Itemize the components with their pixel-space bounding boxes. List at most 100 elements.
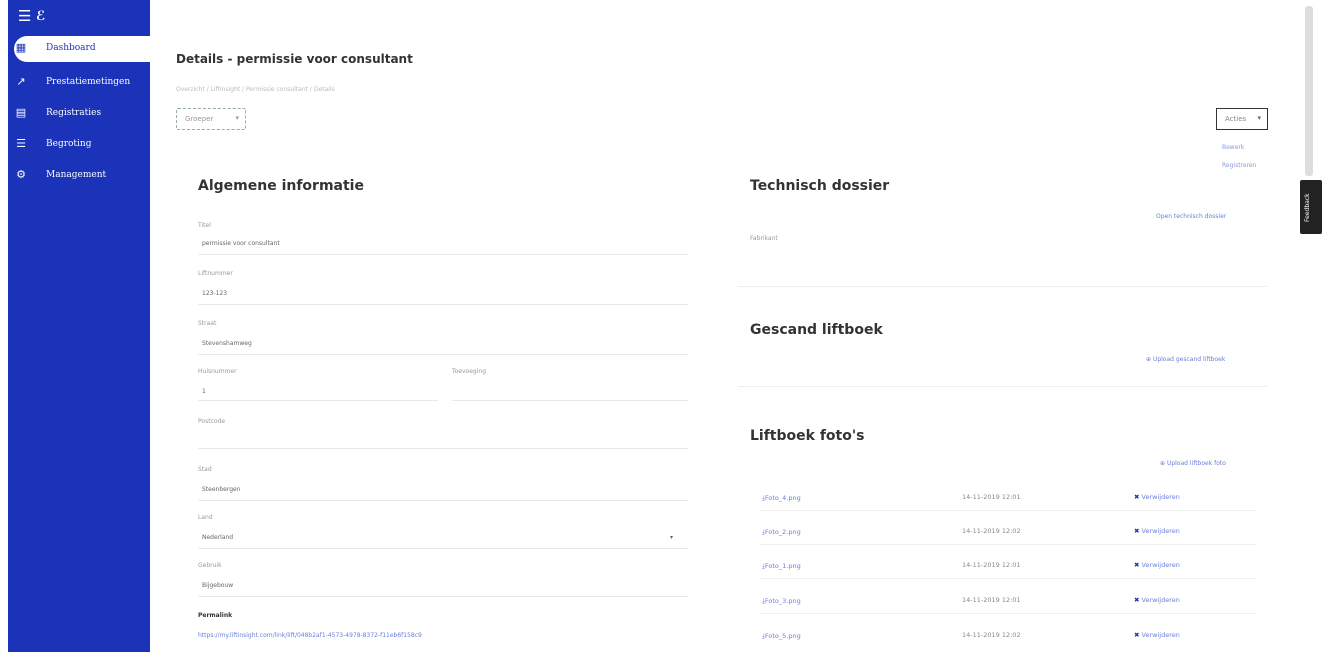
group-select[interactable]: Groeper ▾	[176, 108, 246, 130]
field-underline	[198, 254, 688, 255]
sidebar-item-prestatiemetingen[interactable]: ↗ Prestatiemetingen	[8, 70, 150, 96]
upload-label: Upload gescand liftboek	[1152, 356, 1226, 363]
chevron-down-icon: ▾	[1257, 114, 1261, 122]
upload-label: Upload liftboek foto	[1166, 460, 1226, 467]
permalink-label: Permalink	[198, 612, 233, 619]
upload-icon: ⊕	[1146, 356, 1153, 363]
field-underline	[198, 596, 688, 597]
field-label-gebruik: Gebruik	[198, 562, 222, 569]
list-item: ⤓Foto_4.png 14-11-2019 12:01 ✖ Verwijder…	[740, 484, 1270, 511]
list-item: ⤓Foto_2.png 14-11-2019 12:02 ✖ Verwijder…	[740, 518, 1270, 545]
list-item: ⤓Foto_1.png 14-11-2019 12:01 ✖ Verwijder…	[740, 552, 1270, 579]
field-label-land: Land	[198, 514, 213, 521]
clipboard-icon: ▤	[15, 106, 27, 119]
file-name: Foto_4.png	[764, 494, 801, 502]
photo-date: 14-11-2019 12:01	[962, 493, 1021, 501]
field-underline	[198, 448, 688, 449]
page-title: Details - permissie voor consultant	[176, 52, 413, 66]
field-underline	[198, 400, 438, 401]
breadcrumb[interactable]: Overzicht / Liftinsight / Permissie cons…	[176, 86, 335, 93]
actions-menu-item-register[interactable]: Registreren	[1222, 162, 1256, 169]
delete-label: Verwijderen	[1141, 527, 1180, 535]
section-title-fotos: Liftboek foto's	[750, 428, 865, 444]
field-value-stad[interactable]: Steenbergen	[202, 486, 241, 493]
sidebar-item-label: Dashboard	[46, 43, 96, 53]
sidebar-item-dashboard[interactable]: ▦ Dashboard	[8, 36, 150, 62]
field-label-stad: Stad	[198, 466, 212, 473]
field-value-straat[interactable]: Stevenshamweg	[202, 340, 252, 347]
field-underline	[198, 500, 688, 501]
photo-file-link[interactable]: ⤓Foto_3.png	[762, 597, 801, 606]
open-technical-dossier-link[interactable]: Open technisch dossier	[1156, 213, 1226, 220]
close-icon: ✖	[1134, 493, 1140, 501]
field-label-liftnummer: Liftnummer	[198, 270, 233, 277]
field-value-land[interactable]: Nederland	[202, 534, 233, 541]
field-value-titel[interactable]: permissie voor consultant	[202, 240, 280, 247]
field-value-gebruik[interactable]: Bijgebouw	[202, 582, 233, 589]
photo-date: 14-11-2019 12:02	[962, 631, 1021, 639]
close-icon: ✖	[1134, 561, 1140, 569]
field-label-postcode: Postcode	[198, 418, 226, 425]
actions-button-label: Acties	[1225, 115, 1247, 123]
photo-file-link[interactable]: ⤓Foto_2.png	[762, 528, 801, 537]
field-label-straat: Straat	[198, 320, 217, 327]
close-icon: ✖	[1134, 631, 1140, 639]
sidebar-item-begroting[interactable]: ☰ Begroting	[8, 132, 150, 158]
sidebar-item-label: Prestatiemetingen	[46, 77, 131, 87]
section-divider	[738, 286, 1268, 287]
upload-photo-link[interactable]: ⊕ Upload liftboek foto	[1160, 460, 1226, 467]
photo-file-link[interactable]: ⤓Foto_5.png	[762, 632, 801, 641]
field-underline	[198, 548, 688, 549]
menu-icon[interactable]: ☰	[18, 9, 31, 24]
file-name: Foto_1.png	[764, 562, 801, 570]
delete-button[interactable]: ✖ Verwijderen	[1134, 527, 1180, 535]
actions-menu-item-edit[interactable]: Bewerk	[1222, 144, 1244, 151]
section-title-technisch: Technisch dossier	[750, 178, 890, 194]
chevron-down-icon: ▾	[235, 114, 239, 122]
sidebar-item-label: Management	[46, 170, 107, 180]
delete-label: Verwijderen	[1141, 596, 1180, 604]
sidebar-item-registraties[interactable]: ▤ Registraties	[8, 101, 150, 127]
sidebar-item-management[interactable]: ⚙ Management	[8, 163, 150, 189]
delete-button[interactable]: ✖ Verwijderen	[1134, 596, 1180, 604]
list-item: ⤓Foto_3.png 14-11-2019 12:01 ✖ Verwijder…	[740, 587, 1270, 614]
file-name: Foto_5.png	[764, 632, 801, 640]
section-title-gescand: Gescand liftboek	[750, 322, 883, 338]
list-item: ⤓Foto_5.png 14-11-2019 12:02 ✖ Verwijder…	[740, 622, 1270, 648]
actions-button[interactable]: Acties ▾	[1216, 108, 1268, 130]
delete-label: Verwijderen	[1141, 561, 1180, 569]
delete-label: Verwijderen	[1141, 631, 1180, 639]
file-name: Foto_3.png	[764, 597, 801, 605]
feedback-button[interactable]: Feedback	[1300, 180, 1322, 234]
delete-button[interactable]: ✖ Verwijderen	[1134, 493, 1180, 501]
chevron-down-icon[interactable]: ▾	[670, 534, 673, 541]
sidebar: ☰ ℰ ▦ Dashboard ↗ Prestatiemetingen ▤ Re…	[8, 0, 150, 652]
field-value-huisnummer[interactable]: 1	[202, 388, 206, 395]
photo-file-link[interactable]: ⤓Foto_4.png	[762, 494, 801, 503]
field-underline	[198, 354, 688, 355]
field-label-toevoeging: Toevoeging	[452, 368, 487, 375]
app-logo[interactable]: ℰ	[36, 9, 45, 24]
group-select-value: Groeper	[185, 115, 214, 123]
photo-date: 14-11-2019 12:01	[962, 561, 1021, 569]
delete-button[interactable]: ✖ Verwijderen	[1134, 631, 1180, 639]
row-divider	[760, 510, 1256, 511]
field-underline	[198, 304, 688, 305]
upload-icon: ⊕	[1160, 460, 1167, 467]
section-title-algemene: Algemene informatie	[198, 178, 364, 194]
upload-scanned-logbook-link[interactable]: ⊕ Upload gescand liftboek	[1146, 356, 1225, 363]
permalink-link[interactable]: https://my.liftinsight.com/link/lift/048…	[198, 632, 422, 639]
scrollbar[interactable]	[1305, 6, 1313, 176]
field-value-liftnummer[interactable]: 123-123	[202, 290, 227, 297]
field-label-fabrikant: Fabrikant	[750, 235, 778, 242]
delete-button[interactable]: ✖ Verwijderen	[1134, 561, 1180, 569]
row-divider	[760, 613, 1256, 614]
delete-label: Verwijderen	[1141, 493, 1180, 501]
row-divider	[760, 578, 1256, 579]
photo-file-link[interactable]: ⤓Foto_1.png	[762, 562, 801, 571]
section-divider	[738, 386, 1268, 387]
field-underline	[452, 400, 688, 401]
photo-date: 14-11-2019 12:01	[962, 596, 1021, 604]
database-icon: ☰	[16, 137, 26, 150]
feedback-label: Feedback	[1304, 193, 1311, 222]
